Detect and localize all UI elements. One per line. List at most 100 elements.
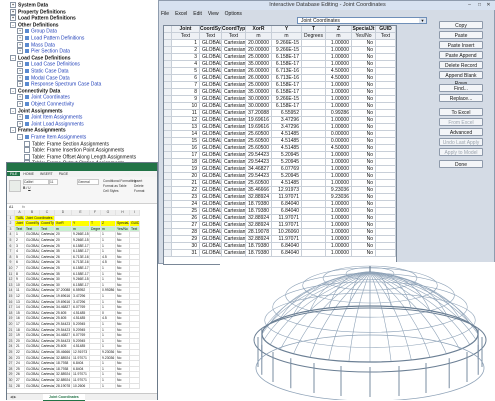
grid-cell[interactable] (376, 250, 396, 257)
grid-cell[interactable]: 1.00000 (326, 89, 352, 96)
grid-cell[interactable]: 6.158E-17 (272, 54, 302, 61)
grid-cell[interactable]: 12 (172, 117, 200, 124)
find-button[interactable]: Find... (439, 84, 483, 92)
checkbox-icon[interactable] (24, 153, 30, 160)
grid-cell[interactable]: 1.00000 (326, 82, 352, 89)
grid-cell[interactable]: 15 (172, 138, 200, 145)
grid-cell[interactable]: GLOBAL (200, 40, 222, 47)
column-header[interactable]: CoordSys (200, 26, 222, 33)
grid-cell[interactable]: Cartesian (222, 40, 246, 47)
grid-cell[interactable]: 7 (172, 82, 200, 89)
grid-cell[interactable]: Cartesian (222, 54, 246, 61)
grid-cell[interactable]: 18.79380 (246, 201, 272, 208)
ribbon-tab[interactable]: INSERT (40, 172, 53, 176)
grid-cell[interactable]: 0.99286 (326, 110, 352, 117)
menu-item[interactable]: View (208, 11, 219, 17)
column-letter[interactable]: G (101, 210, 116, 216)
minimize-icon[interactable]: – (465, 2, 474, 8)
grid-cell[interactable]: No (352, 103, 376, 110)
grid-cell[interactable]: 1.00000 (326, 152, 352, 159)
grid-cell[interactable]: No (352, 117, 376, 124)
grid-cell[interactable]: Cartesian (222, 124, 246, 131)
tree-item[interactable]: + Group Data (17, 28, 57, 35)
grid-cell[interactable]: 19.69616 (246, 124, 272, 131)
grid-cell[interactable]: GLOBAL (200, 166, 222, 173)
grid-cell[interactable] (376, 201, 396, 208)
grid-cell[interactable]: No (352, 75, 376, 82)
grid-cell[interactable]: 6.84040 (272, 250, 302, 257)
grid-cell[interactable]: 32.88924 (246, 215, 272, 222)
paste-append-button[interactable]: Paste Append (439, 51, 483, 59)
menu-item[interactable]: Options (225, 11, 242, 17)
grid-cell[interactable]: GLOBAL (200, 243, 222, 250)
tree-item[interactable]: - Other Definitions (10, 21, 59, 28)
grid-cell[interactable]: No (352, 40, 376, 47)
column-letter[interactable]: D (55, 210, 72, 216)
column-letter[interactable]: F (90, 210, 101, 216)
grid-cell[interactable] (376, 194, 396, 201)
ribbon-tab[interactable]: HOME (23, 172, 34, 176)
grid-cell[interactable]: 28 (172, 229, 200, 236)
grid-cell[interactable] (376, 215, 396, 222)
grid-cell[interactable]: 26.00000 (246, 68, 272, 75)
row-selector[interactable] (164, 145, 172, 152)
insert-button[interactable]: Insert (134, 179, 142, 183)
grid-cell[interactable]: 32.88924 (246, 194, 272, 201)
grid-cell[interactable]: 16 (172, 145, 200, 152)
grid-cell[interactable]: 1.00000 (326, 54, 352, 61)
grid-cell[interactable]: GLOBAL (200, 187, 222, 194)
data-grid[interactable]: Joint Text CoordSys Text CoordType Text XorR m Y… (163, 25, 397, 265)
grid-cell[interactable]: 1.00000 (326, 103, 352, 110)
grid-cell[interactable] (376, 47, 396, 54)
tree-item[interactable]: + Load Pattern Definitions (17, 35, 84, 41)
grid-cell[interactable] (376, 166, 396, 173)
grid-cell[interactable]: GLOBAL (200, 131, 222, 138)
expand-icon[interactable]: + (10, 2, 16, 8)
grid-cell[interactable]: 10 (172, 103, 200, 110)
tree-item[interactable]: + Property Definitions (10, 8, 66, 15)
column-header[interactable]: XorR (246, 26, 272, 33)
grid-cell[interactable]: Cartesian (222, 152, 246, 159)
format-as-table-button[interactable]: Format as Table (103, 184, 127, 188)
grid-cell[interactable]: 4 (172, 61, 200, 68)
grid-cell[interactable]: No (352, 215, 376, 222)
expand-icon[interactable]: + (17, 61, 23, 68)
grid-cell[interactable]: Cartesian (222, 180, 246, 187)
grid-cell[interactable] (376, 229, 396, 236)
collapse-icon[interactable]: - (10, 87, 16, 94)
font-name-box[interactable]: Calibri (23, 179, 49, 185)
grid-cell[interactable]: GLOBAL (200, 222, 222, 229)
grid-cell[interactable] (376, 75, 396, 82)
sheet-cell[interactable]: 10.2606 (72, 383, 90, 390)
grid-cell[interactable] (376, 54, 396, 61)
grid-cell[interactable] (302, 96, 326, 103)
grid-cell[interactable]: 4.50000 (326, 75, 352, 82)
expand-icon[interactable]: + (17, 48, 23, 55)
grid-cell[interactable]: No (352, 180, 376, 187)
grid-cell[interactable]: 22 (172, 187, 200, 194)
tree-item[interactable]: Table: Frame Insertion Point Assignments (24, 147, 124, 154)
grid-cell[interactable]: No (352, 159, 376, 166)
grid-cell[interactable]: 6.713E-16 (272, 68, 302, 75)
grid-cell[interactable]: Cartesian (222, 61, 246, 68)
collapse-icon[interactable]: - (10, 54, 16, 61)
tree-item[interactable]: + Static Case Data (17, 68, 69, 74)
grid-cell[interactable]: GLOBAL (200, 173, 222, 180)
grid-cell[interactable] (302, 47, 326, 54)
checkbox-icon[interactable] (24, 147, 30, 154)
grid-cell[interactable]: 6.158E-17 (272, 61, 302, 68)
format-button[interactable]: Format (134, 189, 144, 193)
grid-cell[interactable]: No (352, 61, 376, 68)
row-selector[interactable] (164, 124, 172, 131)
grid-cell[interactable] (302, 215, 326, 222)
grid-cell[interactable]: 4.51485 (272, 138, 302, 145)
grid-cell[interactable]: Cartesian (222, 68, 246, 75)
grid-cell[interactable]: 3 (172, 54, 200, 61)
grid-cell[interactable]: No (352, 82, 376, 89)
grid-cell[interactable]: Cartesian (222, 194, 246, 201)
collapse-icon[interactable]: - (10, 21, 16, 28)
grid-cell[interactable]: 19.69616 (246, 117, 272, 124)
tree-item[interactable]: - Connectivity Data (10, 87, 60, 94)
grid-cell[interactable]: 11.97071 (272, 194, 302, 201)
row-selector[interactable] (164, 180, 172, 187)
